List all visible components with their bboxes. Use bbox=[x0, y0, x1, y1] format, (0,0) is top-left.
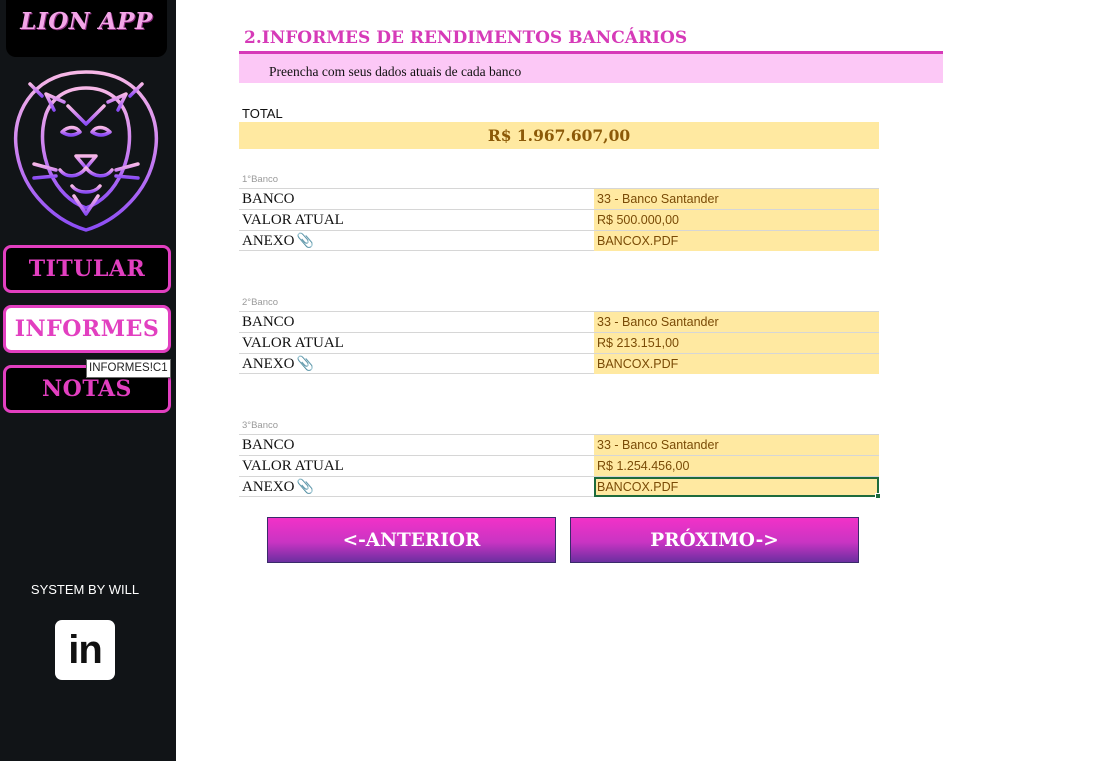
nav-notas-label: NOTAS bbox=[42, 376, 132, 402]
previous-button[interactable]: <-ANTERIOR bbox=[267, 517, 556, 563]
fill-handle[interactable] bbox=[875, 493, 881, 499]
bank-value-cell[interactable]: R$ 1.254.456,00 bbox=[594, 456, 879, 476]
system-credit: SYSTEM BY WILL bbox=[30, 582, 140, 597]
paperclip-icon: 📎 bbox=[296, 480, 314, 495]
page-subtitle: Preencha com seus dados atuais de cada b… bbox=[269, 64, 522, 79]
row-label: BANCO bbox=[242, 314, 295, 330]
app-logo: LION APP bbox=[20, 8, 153, 35]
row-label: ANEXO 📎 bbox=[242, 356, 314, 372]
linkedin-icon-text: in bbox=[68, 627, 103, 672]
row-label: VALOR ATUAL bbox=[242, 335, 344, 351]
nav-titular-label: TITULAR bbox=[28, 256, 146, 282]
nav-informes-button[interactable]: INFORMES bbox=[3, 305, 171, 353]
bank-name-cell[interactable]: 33 - Banco Santander bbox=[594, 312, 879, 332]
total-cell[interactable]: R$ 1.967.607,00 bbox=[239, 122, 879, 149]
subtitle-band: Preencha com seus dados atuais de cada b… bbox=[239, 54, 943, 83]
bank-row-banco: BANCO 33 - Banco Santander bbox=[239, 434, 879, 455]
bank-row-banco: BANCO 33 - Banco Santander bbox=[239, 188, 879, 209]
logo-box: LION APP bbox=[6, 0, 167, 57]
total-value: R$ 1.967.607,00 bbox=[487, 126, 631, 145]
bank-title: 2°Banco bbox=[242, 297, 279, 308]
sidebar: LION APP TITULAR INFORMES NOTAS SYSTEM B… bbox=[0, 0, 176, 761]
page-title: 2.INFORMES DE RENDIMENTOS BANCÁRIOS bbox=[244, 28, 688, 48]
bank-row-valor: VALOR ATUAL R$ 1.254.456,00 bbox=[239, 455, 879, 476]
row-label: ANEXO 📎 bbox=[242, 479, 314, 495]
next-button[interactable]: PRÓXIMO-> bbox=[570, 517, 859, 563]
bank-title: 3°Banco bbox=[242, 420, 279, 431]
bank-title: 1°Banco bbox=[242, 174, 279, 185]
row-label: VALOR ATUAL bbox=[242, 458, 344, 474]
attachment-cell-selected[interactable]: BANCOX.PDF bbox=[594, 477, 881, 499]
row-label: BANCO bbox=[242, 437, 295, 453]
row-label: ANEXO 📎 bbox=[242, 233, 314, 249]
bank-name-cell[interactable]: 33 - Banco Santander bbox=[594, 189, 879, 209]
bank-row-banco: BANCO 33 - Banco Santander bbox=[239, 311, 879, 332]
attachment-cell[interactable]: BANCOX.PDF bbox=[594, 354, 879, 374]
cell-reference-tooltip: INFORMES!C1 bbox=[86, 359, 171, 378]
bank-row-anexo: ANEXO 📎 BANCOX.PDF bbox=[239, 230, 879, 251]
linkedin-icon[interactable]: in bbox=[55, 620, 115, 680]
bank-row-valor: VALOR ATUAL R$ 213.151,00 bbox=[239, 332, 879, 353]
row-label: BANCO bbox=[242, 191, 295, 207]
paperclip-icon: 📎 bbox=[296, 234, 314, 249]
bank-row-anexo: ANEXO 📎 BANCOX.PDF bbox=[239, 476, 881, 499]
previous-button-label: <-ANTERIOR bbox=[342, 529, 481, 551]
nav-informes-label: INFORMES bbox=[14, 316, 160, 342]
paperclip-icon: 📎 bbox=[296, 357, 314, 372]
lion-logo-icon bbox=[13, 70, 159, 232]
total-label: TOTAL bbox=[242, 106, 283, 121]
nav-titular-button[interactable]: TITULAR bbox=[3, 245, 171, 293]
row-label: VALOR ATUAL bbox=[242, 212, 344, 228]
bank-name-cell[interactable]: 33 - Banco Santander bbox=[594, 435, 879, 455]
bank-row-valor: VALOR ATUAL R$ 500.000,00 bbox=[239, 209, 879, 230]
bank-row-anexo: ANEXO 📎 BANCOX.PDF bbox=[239, 353, 879, 374]
attachment-cell[interactable]: BANCOX.PDF bbox=[594, 231, 879, 251]
bank-value-cell[interactable]: R$ 500.000,00 bbox=[594, 210, 879, 230]
bank-value-cell[interactable]: R$ 213.151,00 bbox=[594, 333, 879, 353]
next-button-label: PRÓXIMO-> bbox=[650, 529, 779, 551]
